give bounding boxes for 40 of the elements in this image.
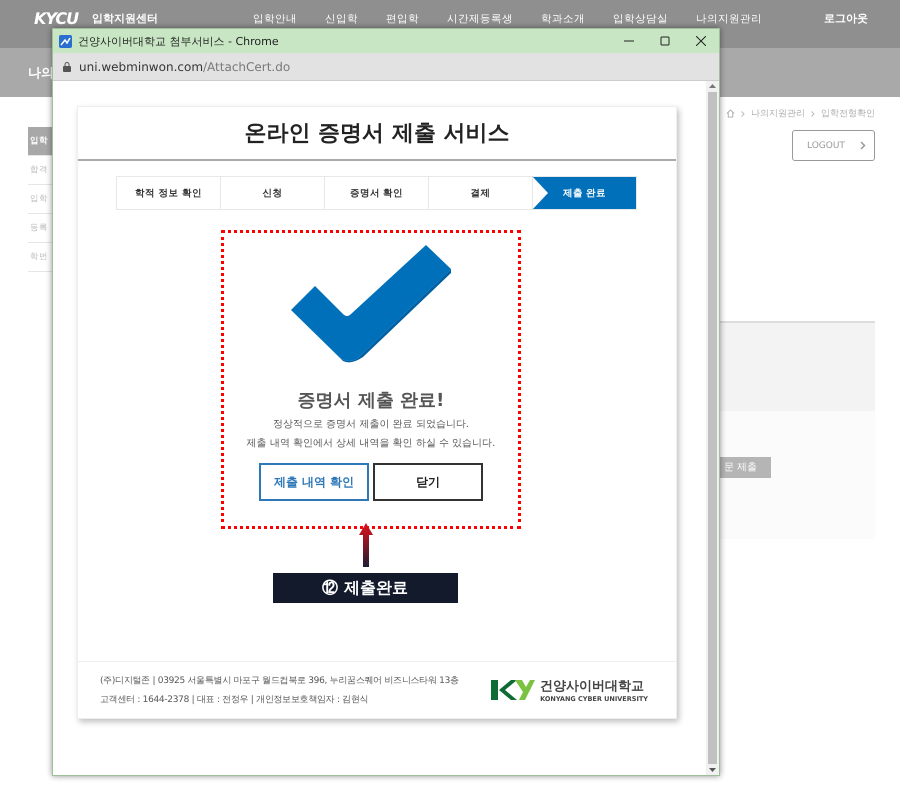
window-title: 건양사이버대학교 첨부서비스 - Chrome bbox=[78, 34, 279, 48]
submit-button[interactable]: 문 제출 bbox=[720, 456, 771, 478]
footer-text: (주)디지털존 | 03925 서울특별시 마포구 월드컵북로 396, 누리꿈스퀘어 비즈니스타워 13층 bbox=[100, 675, 459, 687]
result-message: 제출 내역 확인에서 상세 내역을 확인 하실 수 있습니다. bbox=[246, 437, 496, 450]
nav-link[interactable]: 시간제등록생 bbox=[447, 12, 514, 26]
logout-button[interactable]: LOGOUT bbox=[792, 130, 875, 161]
university-name: 건양사이버대학교 bbox=[540, 678, 646, 695]
scrollbar[interactable] bbox=[706, 81, 719, 775]
nav-link[interactable]: 학과소개 bbox=[541, 12, 586, 26]
nav-link[interactable]: 신입학 bbox=[325, 12, 358, 26]
lock-icon bbox=[63, 62, 71, 72]
annotation-label: ⑫ 제출완료 bbox=[272, 573, 458, 603]
nav-link[interactable]: 나의지원관리 bbox=[696, 12, 762, 26]
scroll-down-icon[interactable] bbox=[709, 768, 716, 772]
site-title: 입학지원센터 bbox=[92, 12, 158, 26]
close-icon[interactable] bbox=[696, 36, 706, 46]
logo-icon bbox=[491, 679, 536, 701]
chevron-icon bbox=[811, 110, 815, 116]
nav-link[interactable]: 편입학 bbox=[386, 12, 420, 26]
page-title: 나의 bbox=[28, 64, 54, 82]
nav-link[interactable]: 입학상담실 bbox=[613, 12, 668, 26]
address-field[interactable]: uni.webminwon.com/AttachCert.do bbox=[79, 60, 290, 74]
breadcrumb-item[interactable]: 나의지원관리 bbox=[751, 107, 805, 120]
result-message: 정상적으로 증명서 제출이 완료 되었습니다. bbox=[273, 418, 469, 431]
chevron-icon bbox=[860, 141, 866, 150]
arrow-icon bbox=[359, 523, 373, 567]
app-icon bbox=[59, 34, 72, 48]
home-icon bbox=[726, 109, 735, 118]
logout-link[interactable]: 로그아웃 bbox=[824, 12, 868, 26]
result-title: 증명서 제출 완료! bbox=[298, 389, 444, 412]
nav-link[interactable]: 입학안내 bbox=[253, 12, 298, 26]
page-heading: 온라인 증명서 제출 서비스 bbox=[244, 120, 510, 148]
maximize-icon[interactable] bbox=[660, 36, 670, 46]
history-button[interactable]: 제출 내역 확인 bbox=[259, 463, 369, 501]
breadcrumb-item[interactable]: 입학전형확인 bbox=[821, 107, 875, 120]
chevron-icon bbox=[741, 110, 745, 116]
scroll-up-icon[interactable] bbox=[709, 84, 716, 88]
footer-text: 고객센터 : 1644-2378 | 대표 : 전정우 | 개인정보보호책임자 : 김현식 bbox=[100, 694, 370, 706]
site-logo[interactable]: KYCU bbox=[34, 12, 78, 26]
close-dialog-button[interactable]: 닫기 bbox=[373, 463, 483, 501]
